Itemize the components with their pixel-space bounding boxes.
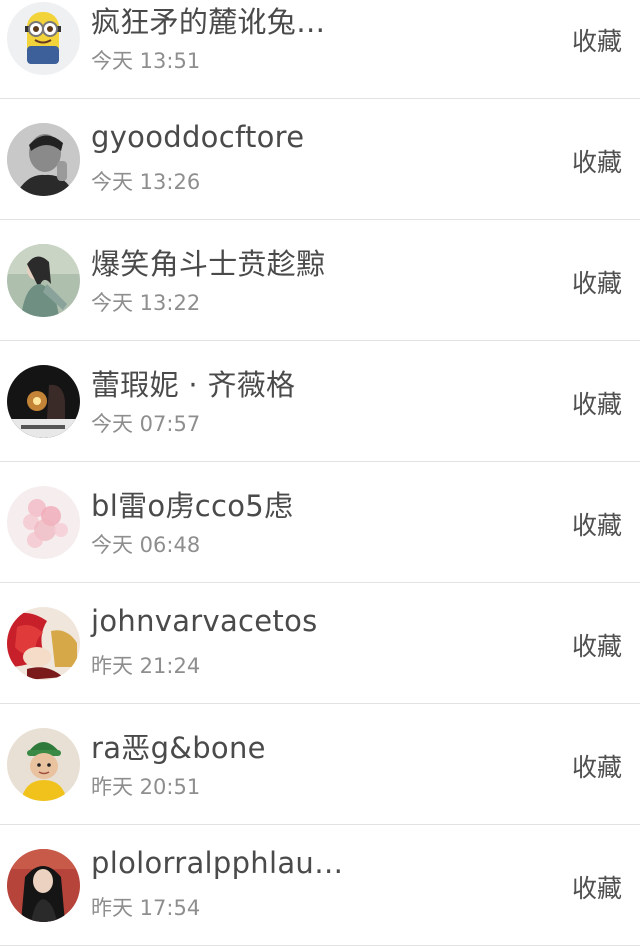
collect-button[interactable]: 收藏 <box>572 264 622 300</box>
list-item[interactable]: 爆笑角斗士贲趁黥 今天 13:22 收藏 <box>0 220 640 341</box>
list-item[interactable]: plolorralpphlau… 昨天 17:54 收藏 <box>0 825 640 946</box>
child-green-hat-avatar[interactable] <box>7 728 80 801</box>
man-bw-avatar[interactable] <box>7 123 80 196</box>
user-name: 爆笑角斗士贲趁黥 <box>91 247 326 281</box>
timestamp: 今天 06:48 <box>91 533 201 557</box>
list-item[interactable]: 蕾瑕妮 · 齐薇格 今天 07:57 收藏 <box>0 341 640 462</box>
user-name: bl雷o虏cco5虑 <box>91 489 294 523</box>
list-item[interactable]: gyooddocftore 今天 13:26 收藏 <box>0 99 640 220</box>
pink-blossom-avatar-image <box>7 486 80 559</box>
user-name: plolorralpphlau… <box>91 846 344 880</box>
collect-button[interactable]: 收藏 <box>572 385 622 421</box>
user-name: gyooddocftore <box>91 120 305 154</box>
timestamp: 今天 13:26 <box>91 170 201 194</box>
night-photo-avatar[interactable] <box>7 365 80 438</box>
collect-button[interactable]: 收藏 <box>572 506 622 542</box>
pink-blossom-avatar[interactable] <box>7 486 80 559</box>
list-item[interactable]: johnvarvacetos 昨天 21:24 收藏 <box>0 583 640 704</box>
man-bw-avatar-image <box>7 123 80 196</box>
minion-avatar-image <box>7 2 80 75</box>
night-photo-avatar-image <box>7 365 80 438</box>
anime-red-hair-avatar-image <box>7 607 80 680</box>
collect-button[interactable]: 收藏 <box>572 748 622 784</box>
timestamp: 昨天 21:24 <box>91 654 201 678</box>
collect-button[interactable]: 收藏 <box>572 869 622 905</box>
timestamp: 今天 13:22 <box>91 291 201 315</box>
minion-avatar[interactable] <box>7 2 80 75</box>
anime-red-hair-avatar[interactable] <box>7 607 80 680</box>
list-item[interactable]: 疯狂矛的麓讹兔… 今天 13:51 收藏 <box>0 0 640 99</box>
timestamp: 今天 13:51 <box>91 49 201 73</box>
girl-portrait-avatar-image <box>7 849 80 922</box>
collect-button[interactable]: 收藏 <box>572 627 622 663</box>
girl-portrait-avatar[interactable] <box>7 849 80 922</box>
user-name: ra恶g&bone <box>91 731 266 765</box>
user-name: 蕾瑕妮 · 齐薇格 <box>91 368 296 402</box>
collect-button[interactable]: 收藏 <box>572 143 622 179</box>
child-green-hat-avatar-image <box>7 728 80 801</box>
user-list: 疯狂矛的麓讹兔… 今天 13:51 收藏 gyooddocftore 今天 13… <box>0 0 640 946</box>
timestamp: 昨天 20:51 <box>91 775 201 799</box>
timestamp: 昨天 17:54 <box>91 896 201 920</box>
woman-green-avatar[interactable] <box>7 244 80 317</box>
woman-green-avatar-image <box>7 244 80 317</box>
collect-button[interactable]: 收藏 <box>572 22 622 58</box>
user-name: johnvarvacetos <box>91 604 318 638</box>
timestamp: 今天 07:57 <box>91 412 201 436</box>
list-item[interactable]: ra恶g&bone 昨天 20:51 收藏 <box>0 704 640 825</box>
user-name: 疯狂矛的麓讹兔… <box>91 5 326 39</box>
list-item[interactable]: bl雷o虏cco5虑 今天 06:48 收藏 <box>0 462 640 583</box>
